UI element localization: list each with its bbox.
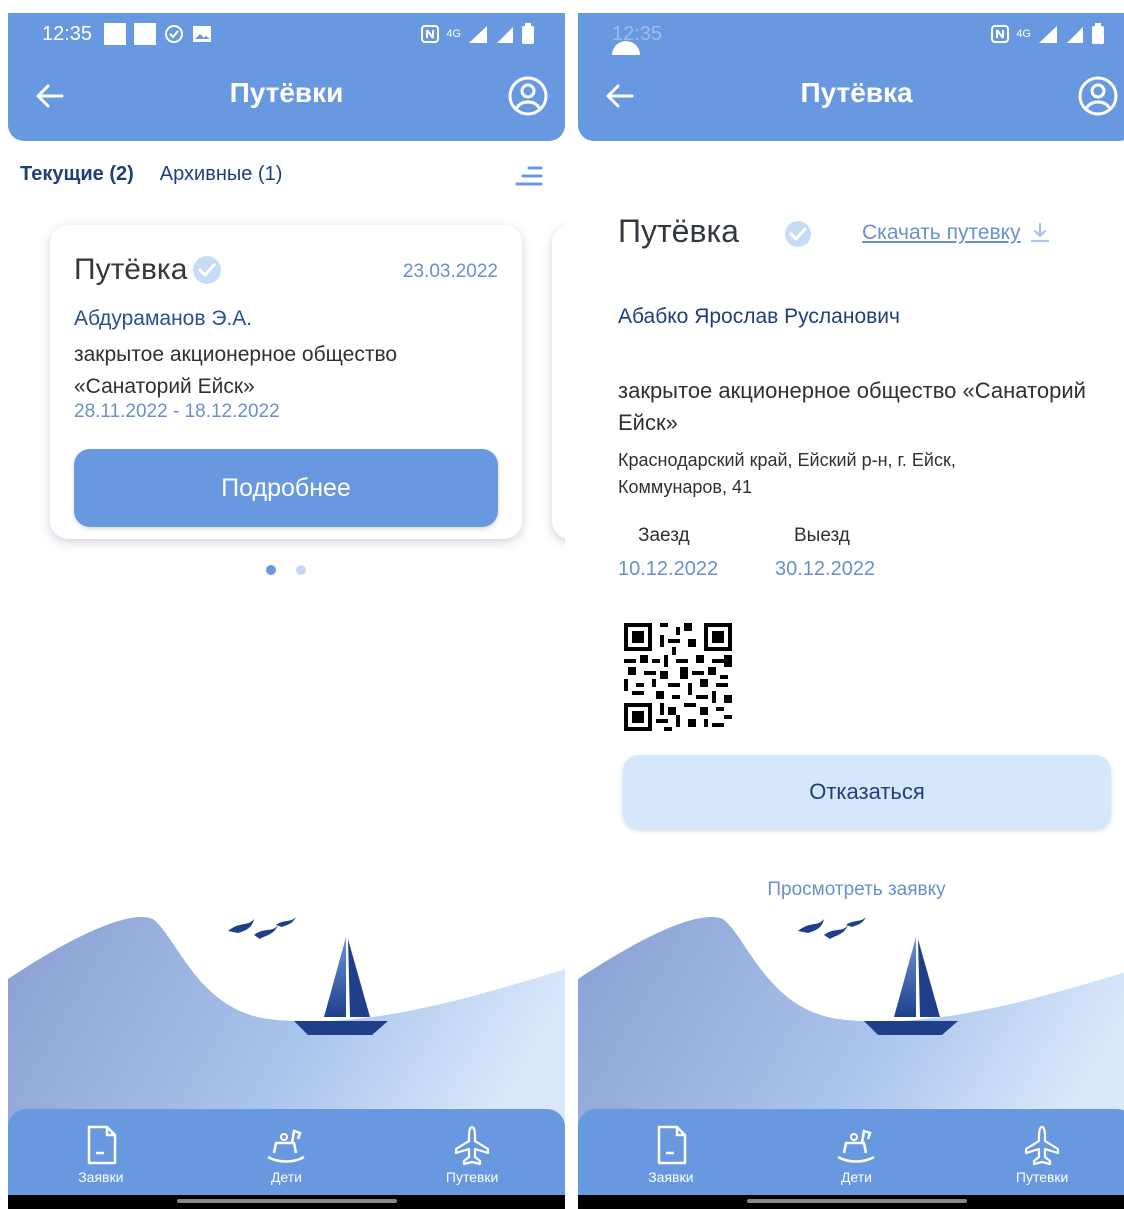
profile-icon[interactable] (1077, 75, 1119, 117)
home-indicator-bar (578, 1195, 1124, 1209)
network-type: 4G (1016, 28, 1031, 40)
nav-label: Путевки (1015, 1169, 1069, 1185)
nfc-icon (991, 25, 1010, 43)
voucher-title: Путёвка (618, 213, 739, 249)
tabs: Текущие (2) Архивные (1) (20, 163, 282, 186)
boat-hull (864, 1021, 958, 1035)
network-type: 4G (446, 28, 461, 40)
pager-dot[interactable] (296, 565, 306, 575)
voucher-person: Абабко Ярослав Русланович (618, 305, 900, 328)
system-icons: 4G (990, 23, 1105, 45)
download-label: Скачать путевку (862, 221, 1021, 244)
shield-check-icon (165, 25, 183, 43)
app-bar: Путёвки (8, 55, 565, 141)
pager-dots (266, 565, 306, 575)
page-title: Путёвка (800, 77, 913, 108)
next-card-peek[interactable] (552, 225, 565, 539)
refuse-button[interactable]: Отказаться (623, 755, 1111, 829)
sail-shape (348, 939, 370, 1017)
verified-icon (785, 221, 811, 247)
checkout-label: Выезд (794, 525, 850, 546)
checkout-date: 30.12.2022 (775, 558, 876, 580)
rocking-horse-icon (267, 1129, 306, 1163)
bird-shape (798, 919, 824, 933)
home-indicator[interactable] (746, 1199, 967, 1203)
nfc-icon (421, 25, 440, 43)
checkin-label: Заезд (638, 525, 690, 546)
view-request-link[interactable]: Просмотреть заявку (578, 879, 1124, 901)
nav-label: Дети (840, 1169, 872, 1185)
sail-shape (918, 939, 940, 1017)
sail-shape (324, 937, 346, 1017)
nav-item-requests[interactable]: Заявки (41, 1123, 161, 1185)
nav-item-vouchers[interactable]: Путевки (982, 1123, 1102, 1185)
system-icons: 4G (420, 23, 535, 45)
notification-square-icon (134, 23, 156, 45)
notification-icons (104, 23, 212, 45)
nav-item-requests[interactable]: Заявки (611, 1123, 731, 1185)
card-organization: закрытое акционерное общество «Санаторий… (74, 343, 398, 398)
nav-item-vouchers[interactable]: Путевки (412, 1123, 532, 1185)
download-icon (1030, 222, 1049, 243)
bird-shape (824, 925, 848, 939)
document-icon (657, 1125, 687, 1165)
airplane-icon (455, 1125, 490, 1166)
pager-dot-active[interactable] (266, 565, 276, 575)
status-bar: 12:35 4G (8, 13, 565, 55)
voucher-list-screen: 12:35 4G Путёвки Текущие (2) Архивные (1… (8, 13, 565, 1209)
profile-icon[interactable] (507, 75, 549, 117)
bird-shape (254, 925, 278, 939)
image-icon (193, 26, 211, 42)
nav-label: Заявки (78, 1169, 124, 1185)
nav-label: Дети (270, 1169, 302, 1185)
checkin-date: 10.12.2022 (618, 558, 719, 580)
verified-icon (193, 256, 222, 284)
nav-label: Путевки (445, 1169, 499, 1185)
home-indicator[interactable] (176, 1199, 397, 1203)
page-title: Путёвки (229, 77, 344, 108)
battery-icon (1092, 23, 1104, 44)
card-period: 28.11.2022 - 18.12.2022 (74, 401, 280, 422)
card-person: Абдураманов Э.А. (74, 307, 253, 330)
sail-shape (894, 937, 916, 1017)
nav-item-children[interactable]: Дети (226, 1123, 346, 1185)
status-time: 12:35 (42, 23, 93, 45)
app-bar: Путёвка (578, 55, 1124, 141)
document-icon (87, 1125, 117, 1165)
bottom-nav: Заявки Дети Путевки (8, 1109, 565, 1195)
voucher-address: Краснодарский край, Ейский р-н, г. Ейск,… (618, 450, 956, 497)
card-date: 23.03.2022 (402, 261, 498, 282)
tab-archive[interactable]: Архивные (1) (160, 163, 283, 186)
card-title: Путёвка (74, 253, 188, 286)
signal-icon (1067, 27, 1083, 43)
signal-icon (469, 26, 487, 43)
nav-item-children[interactable]: Дети (796, 1123, 916, 1185)
boat-hull (294, 1021, 388, 1035)
bottom-nav: Заявки Дети Путевки (578, 1109, 1124, 1195)
sort-icon[interactable] (515, 165, 545, 187)
home-indicator-bar (8, 1195, 565, 1209)
signal-icon (1039, 26, 1057, 43)
details-button[interactable]: Подробнее (74, 449, 498, 527)
airplane-icon (1025, 1125, 1060, 1166)
notification-square-icon (104, 23, 126, 45)
download-voucher-link[interactable]: Скачать путевку (862, 221, 1051, 245)
card-title-row: Путёвка (74, 253, 223, 287)
battery-icon (522, 23, 534, 44)
voucher-detail-screen: 12:35 4G Путёвка Путёвка Скачать путевку… (578, 13, 1124, 1209)
signal-icon (497, 27, 513, 43)
bird-shape (846, 917, 866, 927)
tab-current[interactable]: Текущие (2) (20, 163, 134, 186)
bird-shape (228, 919, 254, 933)
bird-shape (276, 917, 296, 927)
qr-code (624, 623, 732, 731)
voucher-card: Путёвка 23.03.2022 Абдураманов Э.А. закр… (50, 225, 522, 539)
voucher-organization: закрытое акционерное общество «Санаторий… (618, 378, 1086, 435)
rocking-horse-icon (837, 1129, 876, 1163)
nav-label: Заявки (648, 1169, 694, 1185)
status-bar: 12:35 4G (578, 13, 1124, 69)
